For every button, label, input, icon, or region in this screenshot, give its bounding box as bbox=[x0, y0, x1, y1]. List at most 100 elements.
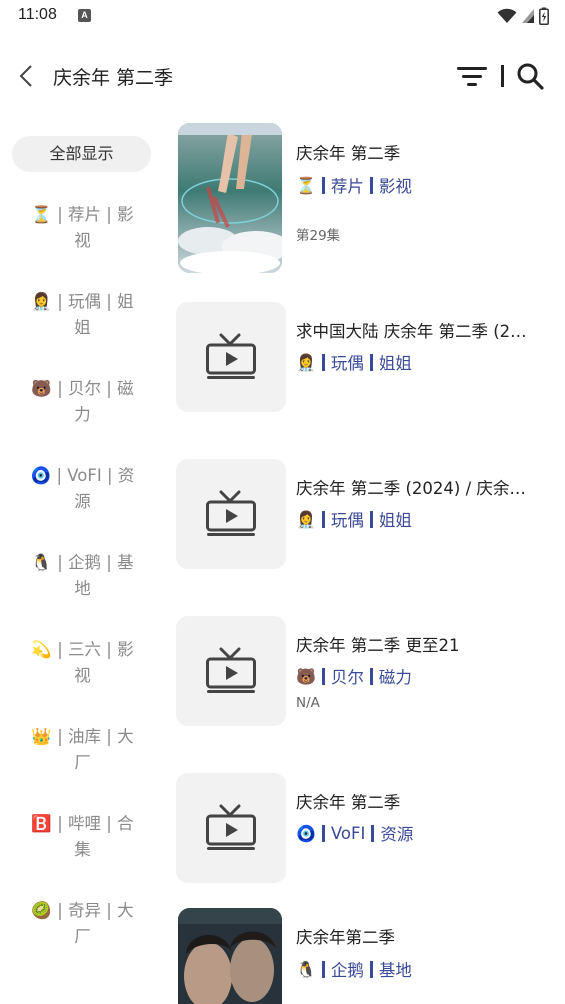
result-title: 求中国大陆 庆余年 第二季 (2… bbox=[296, 322, 527, 341]
tag-divider bbox=[321, 353, 325, 371]
result-item[interactable]: 庆余年 第二季 更至21 🐻 贝尔 磁力 N/A bbox=[160, 614, 565, 726]
sidebar-item-label-wrap: 集 bbox=[74, 840, 91, 859]
source-emoji-icon: 👩‍⚕️ bbox=[296, 352, 316, 372]
tv-icon bbox=[206, 804, 256, 850]
sidebar-item-source[interactable]: 💫 | 三六 | 影 视 bbox=[20, 637, 145, 689]
sidebar-item-label: 💫 | 三六 | 影 bbox=[31, 640, 134, 659]
tv-icon bbox=[206, 647, 256, 693]
sidebar-item-source[interactable]: 🐻 | 贝尔 | 磁 力 bbox=[20, 376, 145, 428]
source-tag: 姐姐 bbox=[378, 511, 412, 530]
sidebar-item-label: 🥝 | 奇异 | 大 bbox=[31, 901, 134, 920]
poster-image bbox=[178, 908, 282, 1004]
result-episode: 第29集 bbox=[296, 228, 341, 244]
header-divider bbox=[501, 65, 504, 87]
source-emoji-icon: 🧿 bbox=[296, 823, 316, 843]
tv-placeholder-thumbnail[interactable] bbox=[176, 459, 286, 569]
sidebar-item-label-wrap: 源 bbox=[74, 492, 91, 511]
sidebar-item-label-wrap: 厂 bbox=[74, 927, 91, 946]
tv-placeholder-thumbnail[interactable] bbox=[176, 616, 286, 726]
status-icons bbox=[497, 6, 549, 26]
signal-icon bbox=[522, 9, 534, 23]
result-title: 庆余年 第二季 (2024) / 庆余… bbox=[296, 479, 526, 498]
sidebar-item-label-wrap: 视 bbox=[74, 231, 91, 250]
sidebar-item-label: 🧿 | VoFI | 资 bbox=[30, 466, 135, 485]
notification-icon: A bbox=[78, 9, 91, 22]
source-tag: 玩偶 bbox=[330, 354, 364, 373]
wifi-icon bbox=[497, 8, 517, 23]
source-tag: 玩偶 bbox=[330, 511, 364, 530]
source-tag: VoFI bbox=[330, 823, 366, 843]
poster-image bbox=[178, 123, 282, 273]
tag-divider bbox=[369, 510, 373, 528]
sidebar-item-source[interactable]: 🧿 | VoFI | 资 源 bbox=[20, 463, 145, 515]
battery-icon bbox=[539, 7, 549, 25]
sidebar-item-label-wrap: 姐 bbox=[74, 318, 91, 337]
result-item[interactable]: 庆余年第二季 🐧 企鹅 基地 bbox=[160, 906, 565, 1004]
result-source-tags: ⏳ 荐片 影视 bbox=[296, 173, 412, 197]
source-emoji-icon: ⏳ bbox=[296, 175, 316, 195]
result-item[interactable]: 求中国大陆 庆余年 第二季 (2… 👩‍⚕️ 玩偶 姐姐 bbox=[160, 300, 565, 412]
tag-divider bbox=[369, 176, 373, 194]
status-time: 11:08 bbox=[18, 6, 57, 23]
filter-button[interactable] bbox=[455, 62, 489, 90]
sidebar-item-all[interactable]: 全部显示 bbox=[12, 136, 151, 172]
tv-placeholder-thumbnail[interactable] bbox=[176, 773, 286, 883]
sidebar-item-label-wrap: 厂 bbox=[74, 753, 91, 772]
back-button[interactable] bbox=[12, 60, 40, 92]
sidebar-item-label: 🅱️ | 哔哩 | 合 bbox=[31, 814, 134, 833]
source-tag: 荐片 bbox=[330, 177, 364, 196]
tv-placeholder-thumbnail[interactable] bbox=[176, 302, 286, 412]
tag-divider bbox=[321, 824, 325, 842]
result-source-tags: 🐻 贝尔 磁力 bbox=[296, 664, 412, 688]
poster-thumbnail[interactable] bbox=[178, 908, 282, 1004]
source-emoji-icon: 🐻 bbox=[296, 666, 316, 686]
source-tag: 姐姐 bbox=[378, 354, 412, 373]
result-source-tags: 🧿 VoFI 资源 bbox=[296, 821, 413, 845]
tag-divider bbox=[321, 176, 325, 194]
sidebar-item-label: 👑 | 油库 | 大 bbox=[31, 727, 134, 746]
status-bar: 11:08 A bbox=[0, 0, 565, 32]
sidebar-item-source[interactable]: ⏳ | 荐片 | 影 视 bbox=[20, 202, 145, 254]
sidebar-item-source[interactable]: 🅱️ | 哔哩 | 合 集 bbox=[20, 811, 145, 863]
tag-divider bbox=[371, 824, 375, 842]
source-tag: 资源 bbox=[380, 825, 414, 844]
source-tag: 企鹅 bbox=[330, 961, 364, 980]
sidebar-item-label: 🐧 | 企鹅 | 基 bbox=[31, 553, 134, 572]
result-title: 庆余年 第二季 bbox=[296, 144, 401, 163]
filter-icon bbox=[457, 67, 487, 86]
sidebar-item-label-wrap: 地 bbox=[74, 579, 91, 598]
sidebar-item-label: ⏳ | 荐片 | 影 bbox=[31, 205, 134, 224]
tv-icon bbox=[206, 333, 256, 379]
poster-thumbnail[interactable] bbox=[178, 123, 282, 273]
result-source-tags: 👩‍⚕️ 玩偶 姐姐 bbox=[296, 350, 412, 374]
page-title: 庆余年 第二季 bbox=[53, 67, 174, 89]
result-title: 庆余年 第二季 bbox=[296, 793, 401, 812]
source-tag: 影视 bbox=[378, 177, 412, 196]
sidebar-item-source[interactable]: 👑 | 油库 | 大 厂 bbox=[20, 724, 145, 776]
source-tag: 基地 bbox=[378, 961, 412, 980]
sidebar-item-source[interactable]: 🥝 | 奇异 | 大 厂 bbox=[20, 898, 145, 950]
result-item[interactable]: 庆余年 第二季 🧿 VoFI 资源 bbox=[160, 771, 565, 883]
sidebar-item-label: 🐻 | 贝尔 | 磁 bbox=[31, 379, 134, 398]
result-item[interactable]: 庆余年 第二季 ⏳ 荐片 影视 第29集 bbox=[160, 122, 565, 273]
sidebar-item-source[interactable]: 🐧 | 企鹅 | 基 地 bbox=[20, 550, 145, 602]
tag-divider bbox=[321, 667, 325, 685]
top-app-bar: 庆余年 第二季 bbox=[0, 44, 565, 108]
tag-divider bbox=[369, 353, 373, 371]
source-tag: 磁力 bbox=[378, 668, 412, 687]
tv-icon bbox=[206, 490, 256, 536]
tag-divider bbox=[321, 960, 325, 978]
tag-divider bbox=[321, 510, 325, 528]
tag-divider bbox=[369, 667, 373, 685]
sidebar-item-label-wrap: 视 bbox=[74, 666, 91, 685]
search-button[interactable] bbox=[514, 60, 546, 92]
search-icon bbox=[517, 63, 544, 90]
source-emoji-icon: 👩‍⚕️ bbox=[296, 509, 316, 529]
source-emoji-icon: 🐧 bbox=[296, 959, 316, 979]
result-source-tags: 🐧 企鹅 基地 bbox=[296, 957, 412, 981]
sidebar-item-label-wrap: 力 bbox=[74, 405, 91, 424]
source-tag: 贝尔 bbox=[330, 668, 364, 687]
result-source-tags: 👩‍⚕️ 玩偶 姐姐 bbox=[296, 507, 412, 531]
sidebar-item-source[interactable]: 👩‍⚕️ | 玩偶 | 姐 姐 bbox=[20, 289, 145, 341]
result-item[interactable]: 庆余年 第二季 (2024) / 庆余… 👩‍⚕️ 玩偶 姐姐 bbox=[160, 457, 565, 569]
